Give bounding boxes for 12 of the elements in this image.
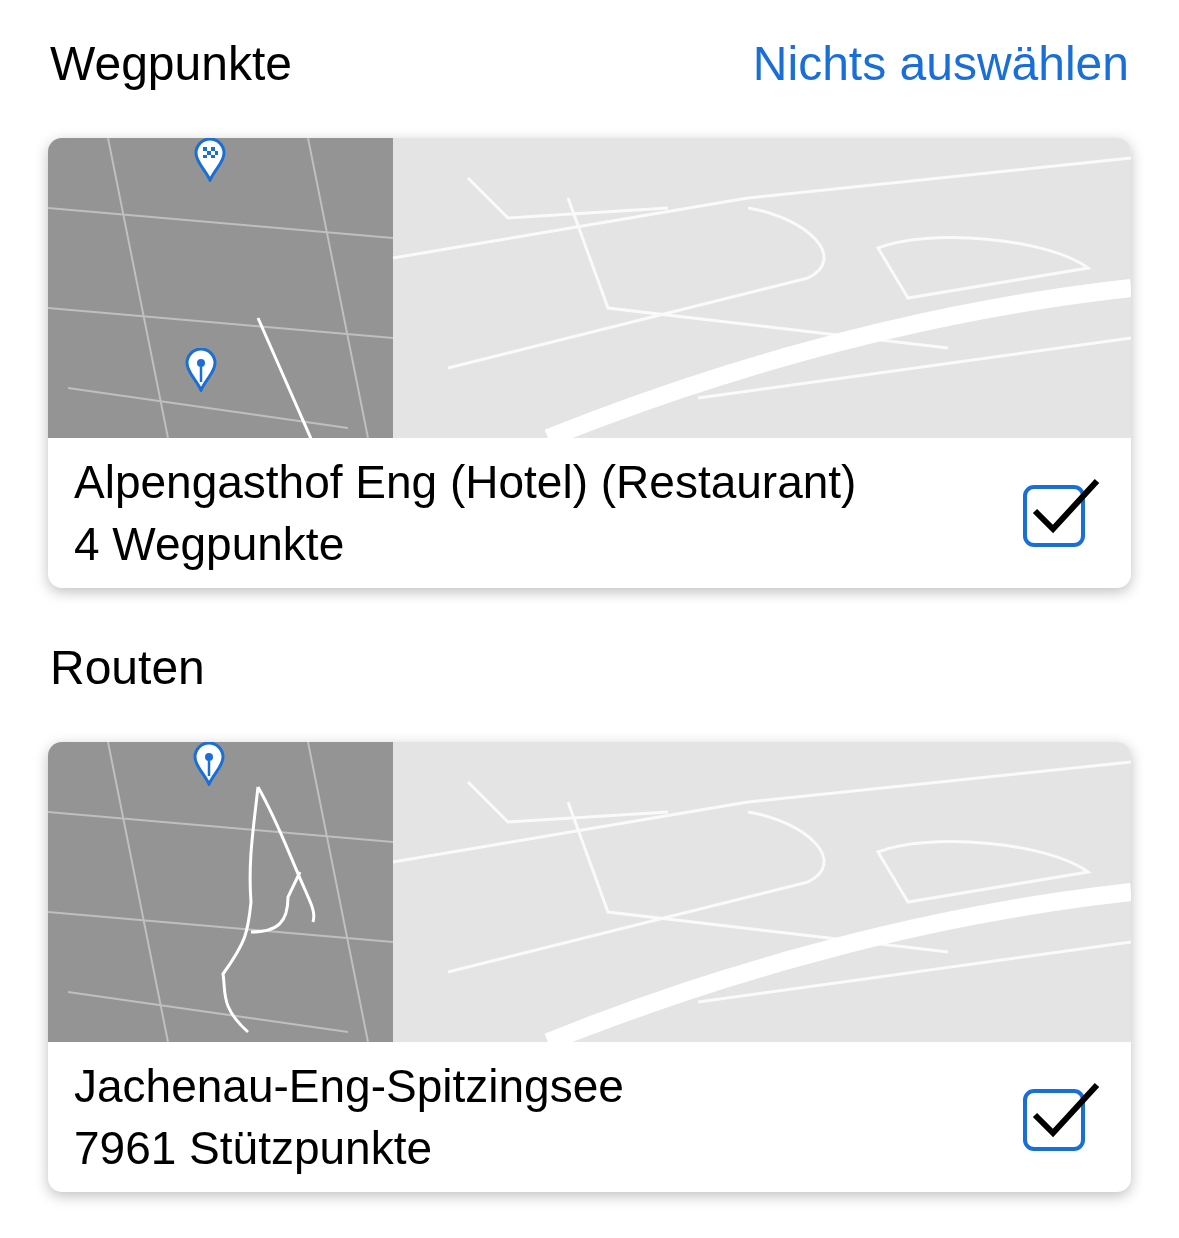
item-detail: 7961 Stützpunkte (74, 1121, 434, 1176)
map-pin-icon (193, 742, 225, 786)
item-name: Jachenau-Eng-Spitzingsee (74, 1059, 624, 1114)
checkbox[interactable] (1021, 477, 1101, 549)
flag-pin-icon (194, 138, 226, 182)
item-name: Alpengasthof Eng (Hotel) (Restaurant) (74, 455, 857, 510)
checkbox[interactable] (1021, 1081, 1101, 1153)
section-title: Wegpunkte (50, 36, 292, 92)
map-pin-icon (185, 348, 217, 392)
deselect-all-link[interactable]: Nichts auswählen (752, 28, 1129, 100)
item-detail: 4 Wegpunkte (74, 517, 346, 572)
section-title: Routen (50, 640, 205, 696)
